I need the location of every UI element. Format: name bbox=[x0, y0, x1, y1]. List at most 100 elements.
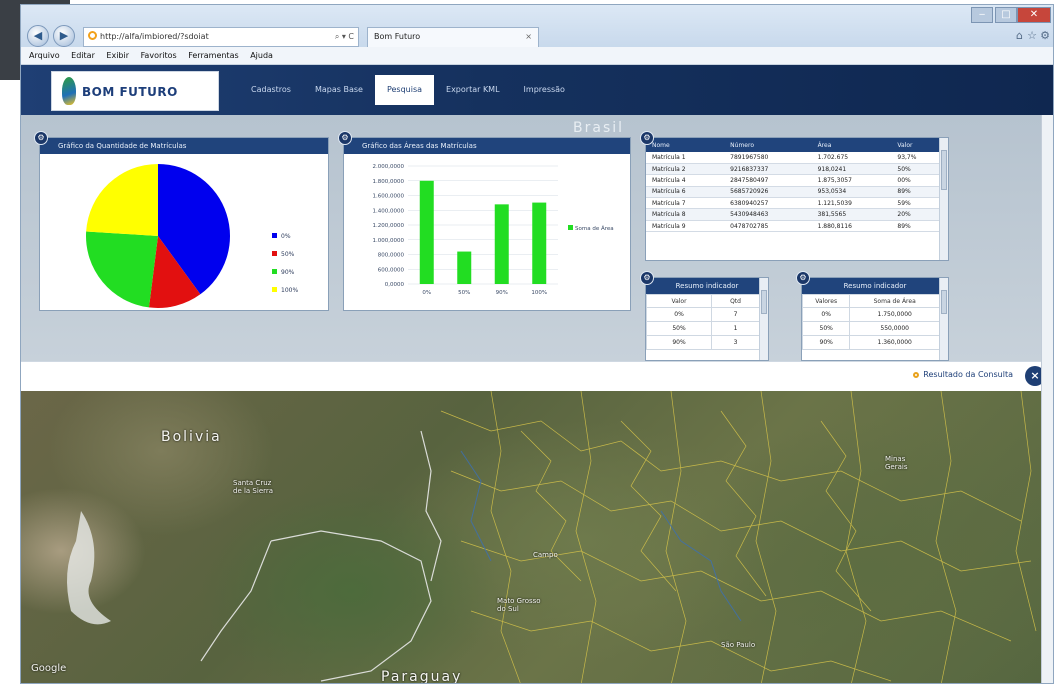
cell: 50% bbox=[645, 321, 713, 336]
cell: 89% bbox=[891, 220, 941, 233]
table-row[interactable]: Matrícula 2 9216837337 918,0241 50% bbox=[646, 163, 941, 176]
forward-icon[interactable]: ▶ bbox=[53, 25, 75, 47]
legend-swatch bbox=[272, 287, 277, 292]
table-row[interactable]: Matrícula 4 2847580497 1.875,3057 00% bbox=[646, 174, 941, 187]
col-numero[interactable]: Número bbox=[724, 138, 812, 152]
legend-swatch bbox=[272, 269, 277, 274]
table-row[interactable]: 50% 1 bbox=[645, 321, 760, 336]
table-row[interactable]: 0% 7 bbox=[645, 307, 760, 322]
cell: 90% bbox=[645, 335, 713, 350]
y-tick-label: 1.600,0000 bbox=[373, 194, 405, 200]
map-watermark-label: Brasil bbox=[573, 120, 625, 136]
cell: Matrícula 6 bbox=[646, 186, 725, 199]
resumo-area-scrollbar[interactable] bbox=[939, 278, 948, 360]
favorites-star-icon[interactable]: ☆ bbox=[1027, 29, 1037, 42]
page-scrollbar[interactable] bbox=[1041, 115, 1053, 683]
table-row[interactable]: Matrícula 6 5685720926 953,0534 89% bbox=[646, 186, 941, 199]
menu-favoritos[interactable]: Favoritos bbox=[141, 51, 177, 60]
bar-chart: 2.000,0000 1.800,0000 1.600,0000 1.400,0000… bbox=[373, 164, 614, 296]
resumo-area-table: Valores Soma de Área 0% 1.750,0000 50% 550,… bbox=[801, 294, 940, 350]
wrench-icon[interactable]: ⚙ bbox=[796, 271, 810, 285]
tab-pesquisa[interactable]: Pesquisa bbox=[374, 75, 435, 105]
col-valor[interactable]: Valor bbox=[891, 138, 941, 152]
app-header: BOM FUTURO Cadastros Mapas Base Pesquisa… bbox=[21, 65, 1053, 115]
label-campo: Campo bbox=[533, 551, 558, 559]
y-tick-label: 1.400,0000 bbox=[373, 208, 405, 214]
table-row[interactable]: Matrícula 9 0478702785 1.880,8116 89% bbox=[646, 220, 941, 233]
wrench-icon[interactable]: ⚙ bbox=[338, 131, 352, 145]
scroll-thumb[interactable] bbox=[941, 290, 947, 314]
table-header-row: Nome Número Área Valor bbox=[646, 138, 941, 152]
back-icon[interactable]: ◀ bbox=[27, 25, 49, 47]
cell: 3 bbox=[711, 335, 760, 350]
cell: 550,0000 bbox=[849, 321, 940, 336]
col-soma-area[interactable]: Soma de Área bbox=[849, 294, 940, 308]
resumo-area-panel: ⚙ Resumo indicador Valores Soma de Área 0… bbox=[796, 271, 949, 361]
col-nome[interactable]: Nome bbox=[646, 138, 725, 152]
tab-close-icon[interactable]: × bbox=[525, 28, 532, 46]
label-santa-cruz: Santa Cruz de la Sierra bbox=[233, 479, 274, 495]
cell: 50% bbox=[891, 163, 941, 176]
minimize-button[interactable]: ‒ bbox=[971, 7, 993, 23]
cell: 0% bbox=[645, 307, 713, 322]
col-qtd[interactable]: Qtd bbox=[711, 294, 760, 308]
table-row[interactable]: Matrícula 1 7891967580 1.702.675 93,7% bbox=[646, 152, 941, 164]
cell: 0478702785 bbox=[724, 220, 812, 233]
satellite-map[interactable]: Bolivia Santa Cruz de la Sierra Campo Ma… bbox=[21, 391, 1053, 683]
cell: 1.880,8116 bbox=[811, 220, 892, 233]
wrench-icon[interactable]: ⚙ bbox=[640, 131, 654, 145]
resumo-qtd-title: Resumo indicador bbox=[646, 278, 768, 294]
wrench-icon[interactable]: ⚙ bbox=[640, 271, 654, 285]
col-valores[interactable]: Valores bbox=[801, 294, 851, 308]
y-tick-label: 0,0000 bbox=[385, 282, 405, 288]
cell: Matrícula 7 bbox=[646, 197, 725, 210]
table-row[interactable]: 50% 550,0000 bbox=[801, 321, 940, 336]
legend-label: 100% bbox=[281, 287, 298, 294]
table-row[interactable]: 0% 1.750,0000 bbox=[801, 307, 940, 322]
tab-exportar-kml[interactable]: Exportar KML bbox=[434, 75, 512, 105]
settings-gear-icon[interactable]: ⚙ bbox=[1040, 29, 1050, 42]
address-tools[interactable]: ⌕ ▾ C bbox=[335, 28, 354, 46]
tab-mapas-base[interactable]: Mapas Base bbox=[303, 75, 375, 105]
tab-impressao[interactable]: Impressão bbox=[512, 75, 577, 105]
address-bar[interactable]: http://alfa/imbiored/?sdoiat ⌕ ▾ C bbox=[83, 27, 359, 47]
table-row[interactable]: 90% 1.360,0000 bbox=[801, 335, 940, 350]
table-row[interactable]: Matrícula 7 6380940257 1.121,5039 59% bbox=[646, 197, 941, 210]
cell: 5685720926 bbox=[724, 186, 812, 199]
label-bolivia: Bolivia bbox=[161, 429, 222, 445]
cell: 1.750,0000 bbox=[849, 307, 940, 322]
table-scrollbar[interactable] bbox=[939, 138, 948, 260]
menu-exibir[interactable]: Exibir bbox=[106, 51, 129, 60]
results-area: Brasil ⚙ Gráfico da Quantidade de Matríc… bbox=[21, 115, 1053, 361]
col-valor[interactable]: Valor bbox=[645, 294, 713, 308]
close-window-button[interactable]: ✕ bbox=[1017, 7, 1051, 23]
home-icon[interactable]: ⌂ bbox=[1016, 29, 1023, 42]
logo-mark-icon bbox=[62, 77, 76, 105]
y-tick-label: 1.800,0000 bbox=[373, 179, 405, 185]
menu-editar[interactable]: Editar bbox=[71, 51, 95, 60]
cell: 89% bbox=[891, 186, 941, 199]
x-tick-label: 50% bbox=[458, 290, 470, 296]
menu-ajuda[interactable]: Ajuda bbox=[250, 51, 273, 60]
table-row[interactable]: Matrícula 8 5430948463 381,5565 20% bbox=[646, 208, 941, 221]
menu-arquivo[interactable]: Arquivo bbox=[29, 51, 60, 60]
bom-futuro-logo[interactable]: BOM FUTURO bbox=[51, 71, 219, 111]
resultado-consulta-link[interactable]: Resultado da Consulta bbox=[913, 370, 1013, 379]
scroll-thumb[interactable] bbox=[941, 150, 947, 190]
result-bar: Resultado da Consulta × bbox=[21, 361, 1053, 391]
wrench-icon[interactable]: ⚙ bbox=[34, 131, 48, 145]
bar-50% bbox=[457, 251, 472, 284]
browser-tab[interactable]: Bom Futuro × bbox=[367, 27, 539, 47]
scroll-thumb[interactable] bbox=[761, 290, 767, 314]
resumo-qtd-table: Valor Qtd 0% 7 50% 1 90% 3 bbox=[645, 294, 760, 350]
col-area[interactable]: Área bbox=[811, 138, 892, 152]
legend-label: 90% bbox=[281, 269, 295, 276]
menu-ferramentas[interactable]: Ferramentas bbox=[188, 51, 238, 60]
resumo-qtd-scrollbar[interactable] bbox=[759, 278, 768, 360]
tab-cadastros[interactable]: Cadastros bbox=[239, 75, 303, 105]
cell: Matrícula 8 bbox=[646, 208, 725, 221]
table-row[interactable]: 90% 3 bbox=[645, 335, 760, 350]
cell: 381,5565 bbox=[811, 208, 892, 221]
maximize-button[interactable]: □ bbox=[995, 7, 1017, 23]
address-text: http://alfa/imbiored/?sdoiat bbox=[100, 32, 209, 41]
